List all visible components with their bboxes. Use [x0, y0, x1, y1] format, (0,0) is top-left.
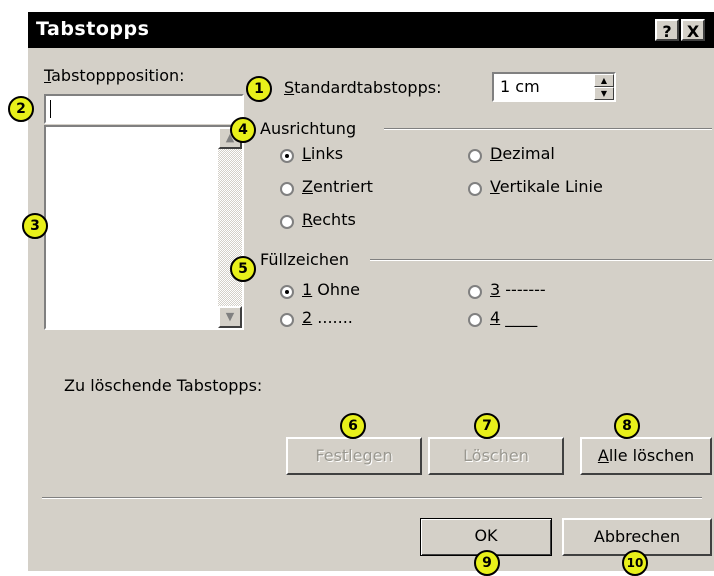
radio-fill-2-label[interactable]: 2 ....... — [302, 308, 353, 327]
close-button[interactable]: X — [681, 19, 705, 41]
callout-10: 10 — [622, 550, 648, 576]
separator — [42, 497, 702, 499]
radio-dezimal-label[interactable]: Dezimal — [490, 144, 555, 163]
standard-value: 1 cm — [500, 77, 540, 96]
radio-fill-3-label[interactable]: 3 ------- — [490, 280, 546, 299]
spin-down-icon[interactable]: ▼ — [594, 87, 614, 100]
radio-fill-4[interactable] — [468, 313, 482, 327]
radio-dezimal[interactable] — [468, 149, 482, 163]
position-input[interactable] — [44, 94, 244, 124]
callout-8: 8 — [614, 413, 640, 439]
fill-group-title: Füllzeichen — [260, 250, 349, 269]
delete-all-button[interactable]: Alle löschen — [580, 437, 712, 475]
standard-label: Standardtabstopps: — [284, 78, 442, 97]
callout-7: 7 — [474, 413, 500, 439]
callout-6: 6 — [340, 413, 366, 439]
radio-links-label[interactable]: Links — [302, 144, 343, 163]
radio-vertikale-linie[interactable] — [468, 182, 482, 196]
help-button[interactable]: ? — [655, 19, 679, 41]
position-listbox[interactable]: ▲ ▼ — [44, 125, 244, 330]
radio-rechts-label[interactable]: Rechts — [302, 210, 356, 229]
callout-5: 5 — [230, 256, 256, 282]
alignment-group-title: Ausrichtung — [260, 119, 357, 138]
position-label: Tabstoppposition: — [44, 66, 185, 85]
radio-fill-4-label[interactable]: 4 ____ — [490, 308, 537, 327]
radio-fill-2[interactable] — [280, 313, 294, 327]
delete-label: Zu löschende Tabstopps: — [64, 376, 263, 395]
callout-2: 2 — [8, 96, 34, 122]
spin-up-icon[interactable]: ▲ — [594, 74, 614, 87]
radio-zentriert-label[interactable]: Zentriert — [302, 177, 373, 196]
dialog-title: Tabstopps — [36, 18, 150, 40]
title-bar: Tabstopps ? X — [28, 12, 714, 48]
set-button[interactable]: Festlegen — [286, 437, 422, 475]
radio-fill-1-label[interactable]: 1 Ohne — [302, 280, 360, 299]
text-cursor — [50, 100, 51, 118]
radio-zentriert[interactable] — [280, 182, 294, 196]
delete-button[interactable]: Löschen — [428, 437, 564, 475]
radio-links[interactable] — [280, 149, 294, 163]
callout-3: 3 — [22, 213, 48, 239]
radio-fill-3[interactable] — [468, 285, 482, 299]
tabstopps-dialog: Tabstopps ? X Tabstoppposition: ▲ ▼ Stan… — [28, 12, 714, 571]
listbox-scrollbar[interactable]: ▲ ▼ — [218, 127, 242, 328]
radio-rechts[interactable] — [280, 215, 294, 229]
callout-4: 4 — [230, 117, 256, 143]
callout-9: 9 — [474, 550, 500, 576]
spin-control[interactable]: ▲ ▼ — [594, 74, 614, 100]
radio-fill-1[interactable] — [280, 285, 294, 299]
fill-divider — [370, 259, 712, 261]
radio-vertikale-linie-label[interactable]: Vertikale Linie — [490, 177, 603, 196]
alignment-divider — [384, 128, 712, 130]
scroll-down-icon[interactable]: ▼ — [218, 306, 242, 328]
standard-stepper[interactable]: 1 cm ▲ ▼ — [492, 72, 616, 102]
callout-1: 1 — [246, 76, 272, 102]
